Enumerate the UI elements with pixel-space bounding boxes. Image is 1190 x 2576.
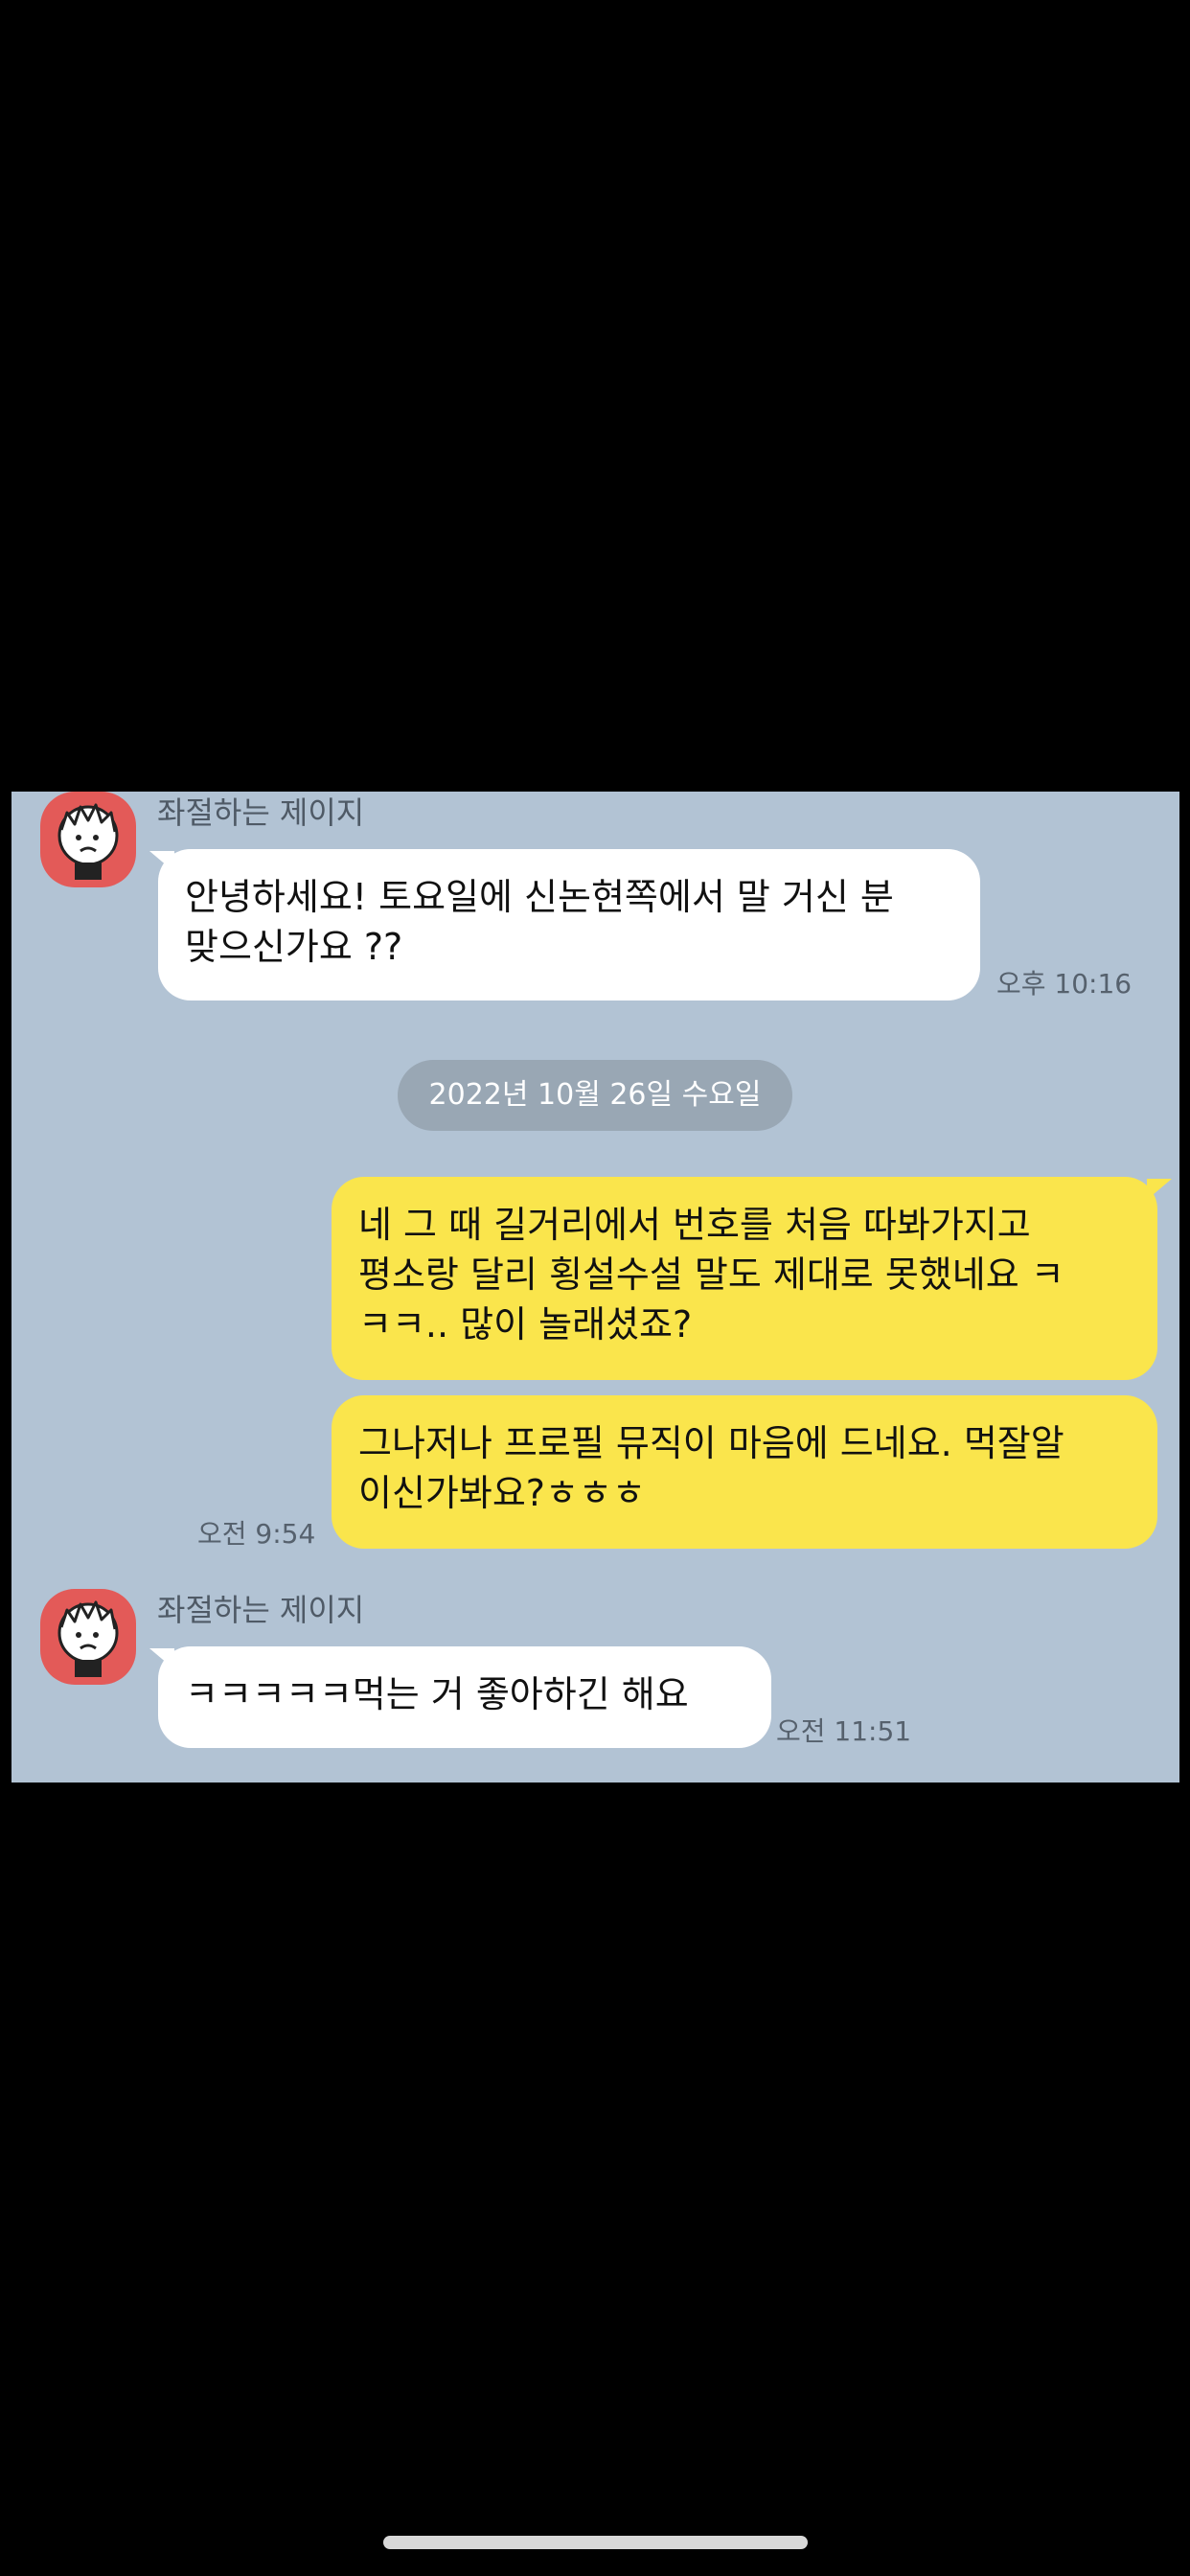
message-timestamp: 오전 11:51 <box>776 1715 912 1747</box>
incoming-message-bubble[interactable]: 안녕하세요! 토요일에 신논현쪽에서 말 거신 분 맞으신가요 ?? <box>158 849 980 1000</box>
avatar-icon[interactable] <box>40 792 136 887</box>
chat-area: 좌절하는 제이지 안녕하세요! 토요일에 신논현쪽에서 말 거신 분 맞으신가요… <box>11 792 1179 1782</box>
home-indicator[interactable] <box>383 2536 808 2549</box>
screen: 좌절하는 제이지 안녕하세요! 토요일에 신논현쪽에서 말 거신 분 맞으신가요… <box>0 0 1190 2576</box>
message-timestamp: 오후 10:16 <box>996 968 1133 1000</box>
sender-name: 좌절하는 제이지 <box>157 1592 365 1628</box>
date-divider: 2022년 10월 26일 수요일 <box>398 1060 792 1131</box>
sender-name: 좌절하는 제이지 <box>157 794 365 831</box>
cartoon-character-icon <box>57 1600 119 1677</box>
avatar-icon[interactable] <box>40 1589 136 1685</box>
incoming-message-bubble[interactable]: ㅋㅋㅋㅋㅋ먹는 거 좋아하긴 해요 <box>158 1646 771 1748</box>
message-timestamp: 오전 9:54 <box>197 1518 316 1550</box>
outgoing-message-bubble[interactable]: 그나저나 프로필 뮤직이 마음에 드네요. 먹잘알 이신가봐요?ㅎㅎㅎ <box>332 1395 1157 1549</box>
outgoing-message-bubble[interactable]: 네 그 때 길거리에서 번호를 처음 따봐가지고 평소랑 달리 횡설수설 말도 … <box>332 1177 1157 1380</box>
cartoon-character-icon <box>57 803 119 880</box>
